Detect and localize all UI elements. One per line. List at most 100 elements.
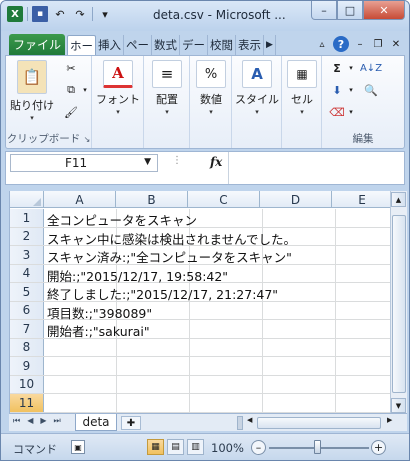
save-icon[interactable]: ▪ <box>32 6 48 22</box>
cell-a11[interactable] <box>44 394 390 412</box>
insert-sheet-icon[interactable]: ✚ <box>121 416 141 430</box>
row-header-selected[interactable]: 11 <box>10 394 44 412</box>
insert-function-icon[interactable]: fx <box>210 155 222 169</box>
zoom-in-icon[interactable]: + <box>371 440 386 455</box>
scroll-left-icon[interactable]: ◀ <box>247 416 252 424</box>
tab-home[interactable]: ホー <box>67 35 96 55</box>
close-button[interactable]: ✕ <box>363 1 405 20</box>
zoom-slider-thumb[interactable] <box>314 440 321 454</box>
find-select-icon[interactable]: 🔍 <box>362 82 380 98</box>
row-header[interactable]: 8 <box>10 338 44 356</box>
doc-restore-icon[interactable]: ❐ <box>371 39 385 50</box>
cell-a9[interactable] <box>44 357 390 375</box>
column-header-e[interactable]: E <box>332 191 390 208</box>
minimize-button[interactable]: – <box>311 1 337 20</box>
cell-a3[interactable]: スキャン済み:;"全コンピュータをスキャン" <box>44 246 390 265</box>
tab-scroll-right-icon[interactable]: ▶ <box>264 35 276 55</box>
tab-review[interactable]: 校閲 <box>208 35 236 55</box>
table-row: 6 項目数:;"398089" <box>10 301 390 321</box>
help-icon[interactable]: ? <box>333 36 349 52</box>
worksheet-grid[interactable]: A B C D E 1 全コンピュータをスキャン 2 スキャン中に感染は検出されませ… <box>9 191 390 413</box>
cell-a2[interactable]: スキャン中に感染は検出されませんでした。 <box>44 228 390 247</box>
vertical-scroll-thumb[interactable] <box>392 215 406 393</box>
format-painter-icon[interactable]: 🖌 <box>62 104 80 120</box>
scroll-down-icon[interactable]: ▼ <box>391 398 406 413</box>
row-header[interactable]: 5 <box>10 283 44 301</box>
fill-dropdown-icon[interactable]: ▾ <box>342 82 360 98</box>
row-header[interactable]: 10 <box>10 375 44 393</box>
tab-file[interactable]: ファイル <box>9 34 65 55</box>
font-button[interactable]: A フォント ▾ <box>96 60 140 117</box>
tab-page-layout[interactable]: ペー <box>124 35 152 55</box>
cells-icon: ▦ <box>287 60 317 88</box>
name-box[interactable]: F11 ▼ <box>10 154 158 172</box>
row-header[interactable]: 1 <box>10 209 44 227</box>
clear-dropdown-icon[interactable]: ▾ <box>342 104 360 120</box>
doc-minimize-icon[interactable]: – <box>353 39 367 50</box>
vertical-scrollbar[interactable]: ▲ ▼ <box>390 191 407 413</box>
paste-button[interactable]: 📋 貼り付け ▾ <box>10 60 54 123</box>
cell-a7[interactable]: 開始者:;"sakurai" <box>44 320 390 339</box>
tab-split-handle[interactable] <box>237 416 243 430</box>
row-header[interactable]: 9 <box>10 357 44 375</box>
tab-view[interactable]: 表示 <box>236 35 264 55</box>
table-row: 4 開始:;"2015/12/17, 19:58:42" <box>10 264 390 284</box>
row-header[interactable]: 3 <box>10 246 44 264</box>
row-header[interactable]: 6 <box>10 301 44 319</box>
name-box-dropdown-icon[interactable]: ▼ <box>144 157 151 167</box>
scroll-up-icon[interactable]: ▲ <box>391 192 406 207</box>
normal-view-icon[interactable]: ▦ <box>147 439 164 455</box>
select-all-corner[interactable] <box>10 191 44 208</box>
quick-access-toolbar: X ▪ ↶ ↷ ▾ <box>7 6 113 22</box>
sheet-tab-deta[interactable]: deta <box>75 414 117 431</box>
formula-bar-grip-icon[interactable]: ⋮ <box>172 155 183 166</box>
doc-close-icon[interactable]: ✕ <box>389 39 403 50</box>
cell-a1[interactable]: 全コンピュータをスキャン <box>44 209 390 228</box>
number-label: 数値 <box>200 93 222 106</box>
tab-data[interactable]: デー <box>180 35 208 55</box>
zoom-out-icon[interactable]: – <box>251 440 266 455</box>
sheet-navigation: ⏮ ◀ ▶ ⏭ <box>13 416 61 426</box>
customize-qat-icon[interactable]: ▾ <box>97 6 113 22</box>
row-header[interactable]: 4 <box>10 264 44 282</box>
maximize-button[interactable]: □ <box>337 1 363 20</box>
cells-label: セル <box>291 93 313 106</box>
alignment-button[interactable]: ≡ 配置 ▾ <box>145 60 189 117</box>
excel-logo-icon[interactable]: X <box>7 6 23 22</box>
cell-a8[interactable] <box>44 339 390 357</box>
cell-a4[interactable]: 開始:;"2015/12/17, 19:58:42" <box>44 265 390 284</box>
cell-a10[interactable] <box>44 376 390 394</box>
column-header-d[interactable]: D <box>260 191 332 208</box>
column-header-c[interactable]: C <box>188 191 260 208</box>
column-header-a[interactable]: A <box>44 191 116 208</box>
last-sheet-icon[interactable]: ⏭ <box>54 416 61 426</box>
first-sheet-icon[interactable]: ⏮ <box>13 416 20 426</box>
sort-filter-icon[interactable]: A↓Z <box>360 60 382 76</box>
row-header[interactable]: 2 <box>10 227 44 245</box>
cell-a5[interactable]: 終了しました:;"2015/12/17, 21:27:47" <box>44 283 390 302</box>
row-header[interactable]: 7 <box>10 320 44 338</box>
cell-a6[interactable]: 項目数:;"398089" <box>44 302 390 321</box>
formula-input[interactable] <box>234 155 400 181</box>
horizontal-scroll-thumb[interactable] <box>257 417 381 429</box>
prev-sheet-icon[interactable]: ◀ <box>27 416 33 426</box>
scroll-right-icon[interactable]: ▶ <box>387 416 392 424</box>
page-break-view-icon[interactable]: ▥ <box>187 439 204 455</box>
cells-button[interactable]: ▦ セル ▾ <box>280 60 324 117</box>
minimize-ribbon-icon[interactable]: ▵ <box>315 39 329 50</box>
next-sheet-icon[interactable]: ▶ <box>40 416 46 426</box>
redo-icon[interactable]: ↷ <box>72 6 88 22</box>
formula-bar: F11 ▼ ⋮ fx <box>5 151 405 185</box>
tab-insert[interactable]: 挿入 <box>96 35 124 55</box>
table-row: 3 スキャン済み:;"全コンピュータをスキャン" <box>10 246 390 265</box>
autosum-dropdown-icon[interactable]: ▾ <box>342 60 360 76</box>
number-button[interactable]: % 数値 ▾ <box>189 60 233 117</box>
tab-formulas[interactable]: 数式 <box>152 35 180 55</box>
cut-icon[interactable]: ✂ <box>62 60 80 76</box>
column-header-b[interactable]: B <box>116 191 188 208</box>
page-layout-view-icon[interactable]: ▤ <box>167 439 184 455</box>
undo-icon[interactable]: ↶ <box>52 6 68 22</box>
macro-record-icon[interactable]: ▣ <box>71 440 85 454</box>
style-button[interactable]: A スタイル ▾ <box>235 60 279 117</box>
zoom-level[interactable]: 100% <box>211 441 244 455</box>
